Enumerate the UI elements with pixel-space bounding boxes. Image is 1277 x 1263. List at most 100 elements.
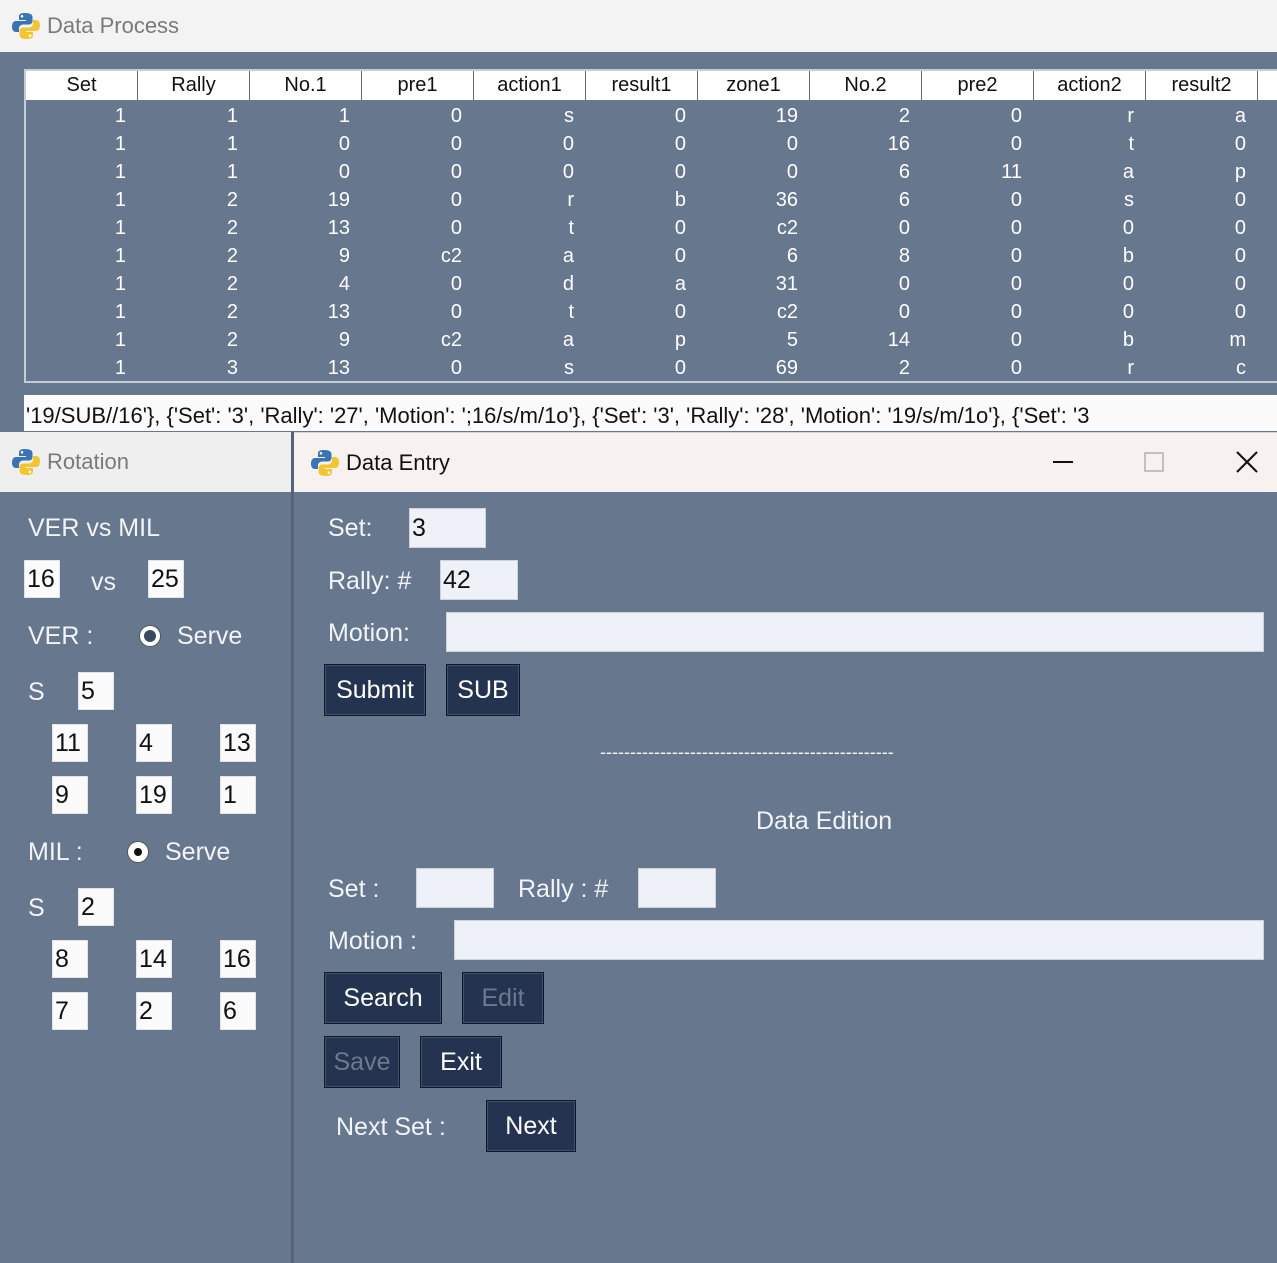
column-header[interactable]: No.1 xyxy=(250,71,362,100)
section-separator: ----------------------------------------… xyxy=(600,742,894,762)
edit-set-input[interactable] xyxy=(416,868,494,908)
table-cell: 1 xyxy=(226,161,238,183)
column-header[interactable]: result2 xyxy=(1146,71,1258,100)
python-icon xyxy=(11,447,41,477)
search-button[interactable]: Search xyxy=(324,972,442,1024)
table-cell: 0 xyxy=(450,189,462,211)
table-cell: 0 xyxy=(1234,301,1246,323)
table-cell: 0 xyxy=(1010,273,1022,295)
data-process-titlebar[interactable]: Data Process xyxy=(0,0,1277,52)
table-cell: 1 xyxy=(114,245,126,267)
table-cell: 2 xyxy=(226,273,238,295)
close-button[interactable] xyxy=(1215,433,1277,491)
table-row[interactable]: 1 2 13 0 t 0 c2 0 0 0 0 xyxy=(26,298,1277,326)
column-header[interactable]: Set xyxy=(26,71,138,100)
table-row[interactable]: 1 2 13 0 t 0 c2 0 0 0 0 xyxy=(26,214,1277,242)
table-cell: 13 xyxy=(327,217,350,239)
table-cell: 0 xyxy=(1122,217,1134,239)
table-cell: b xyxy=(1122,245,1134,267)
table-cell: b xyxy=(1122,329,1134,351)
table-cell: r xyxy=(1127,105,1134,127)
table-cell: 0 xyxy=(898,301,910,323)
table-row[interactable]: 1 3 13 0 s 0 69 2 0 r c xyxy=(26,354,1277,381)
table-row[interactable]: 1 2 9 c2 a 0 6 8 0 b 0 xyxy=(26,242,1277,270)
table-cell: 6 xyxy=(898,189,910,211)
minimize-button[interactable] xyxy=(1031,433,1095,491)
python-icon xyxy=(11,11,41,41)
table-cell: 0 xyxy=(450,273,462,295)
team-a-serve-radio[interactable] xyxy=(139,625,161,647)
table-row[interactable]: 1 1 0 0 0 0 0 16 0 t 0 xyxy=(26,130,1277,158)
table-row[interactable]: 1 2 9 c2 a p 5 14 0 b m xyxy=(26,326,1277,354)
next-button[interactable]: Next xyxy=(486,1100,576,1152)
set-label: Set: xyxy=(328,514,373,542)
vs-label: vs xyxy=(91,568,116,596)
column-header[interactable]: action2 xyxy=(1034,71,1146,100)
team-a-serve-label: Serve xyxy=(177,622,243,650)
table-cell: a xyxy=(562,245,574,267)
data-log-line: '19/SUB//16'}, {'Set': '3', 'Rally': '27… xyxy=(24,395,1277,431)
table-cell: 9 xyxy=(338,329,350,351)
exit-button[interactable]: Exit xyxy=(420,1036,502,1088)
table-cell: 1 xyxy=(114,161,126,183)
table-row[interactable]: 1 2 4 0 d a 31 0 0 0 0 xyxy=(26,270,1277,298)
set-input[interactable] xyxy=(409,508,486,548)
table-cell: 0 xyxy=(1234,273,1246,295)
table-row[interactable]: 1 1 1 0 s 0 19 2 0 r a xyxy=(26,102,1277,130)
table-cell: 36 xyxy=(775,189,798,211)
table-row[interactable]: 1 2 19 0 r b 36 6 0 s 0 xyxy=(26,186,1277,214)
table-cell: 1 xyxy=(114,357,126,379)
sub-button[interactable]: SUB xyxy=(446,664,520,716)
table-row[interactable]: 1 1 0 0 0 0 0 6 11 a p xyxy=(26,158,1277,186)
table-cell: 0 xyxy=(562,133,574,155)
table-cell: 0 xyxy=(1010,217,1022,239)
column-header[interactable]: result1 xyxy=(586,71,698,100)
table-cell: 3 xyxy=(226,357,238,379)
table-cell: 2 xyxy=(226,217,238,239)
rally-input[interactable] xyxy=(440,560,518,600)
table-cell: 0 xyxy=(338,161,350,183)
team-b-position: 14 xyxy=(136,940,172,978)
submit-button[interactable]: Submit xyxy=(324,664,426,716)
column-header[interactable]: action1 xyxy=(474,71,586,100)
edit-button[interactable]: Edit xyxy=(462,972,544,1024)
team-b-position: 16 xyxy=(220,940,256,978)
table-cell: p xyxy=(674,329,686,351)
table-cell: r xyxy=(567,189,574,211)
table-cell: 2 xyxy=(226,245,238,267)
table-cell: 11 xyxy=(1001,161,1022,183)
table-cell: 1 xyxy=(226,105,238,127)
column-header[interactable]: No.2 xyxy=(810,71,922,100)
window-title: Data Entry xyxy=(346,449,450,475)
table-cell: 0 xyxy=(674,105,686,127)
table-cell: 1 xyxy=(114,189,126,211)
table-cell: r xyxy=(1127,357,1134,379)
team-a-setter-label: S xyxy=(28,678,45,706)
table-cell: 69 xyxy=(775,357,798,379)
table-cell: 8 xyxy=(898,245,910,267)
team-b-label: MIL : xyxy=(28,838,83,866)
column-header[interactable]: pre1 xyxy=(362,71,474,100)
table-cell: 1 xyxy=(114,301,126,323)
motion-input[interactable] xyxy=(446,612,1264,652)
rally-label: Rally: # xyxy=(328,567,412,595)
table-cell: a xyxy=(674,273,686,295)
column-header[interactable]: pre2 xyxy=(922,71,1034,100)
edit-rally-input[interactable] xyxy=(638,868,716,908)
table-cell: p xyxy=(1234,161,1246,183)
team-b-position: 8 xyxy=(52,940,88,978)
save-button[interactable]: Save xyxy=(324,1036,400,1088)
table-cell: 0 xyxy=(1010,245,1022,267)
data-table[interactable]: Set Rally No.1 pre1 action1 result1 zone1 No.2 p… xyxy=(24,69,1277,383)
rotation-titlebar[interactable]: Rotation xyxy=(0,432,293,492)
maximize-button[interactable] xyxy=(1122,433,1186,491)
table-cell: a xyxy=(1122,161,1134,183)
team-b-serve-radio[interactable] xyxy=(127,841,149,863)
column-header[interactable]: Rally xyxy=(138,71,250,100)
column-header[interactable]: zone1 xyxy=(698,71,810,100)
table-cell: 1 xyxy=(338,105,350,127)
table-cell: 1 xyxy=(114,217,126,239)
table-cell: a xyxy=(562,329,574,351)
data-entry-titlebar[interactable]: Data Entry xyxy=(294,432,1277,492)
edit-motion-input[interactable] xyxy=(454,920,1264,960)
